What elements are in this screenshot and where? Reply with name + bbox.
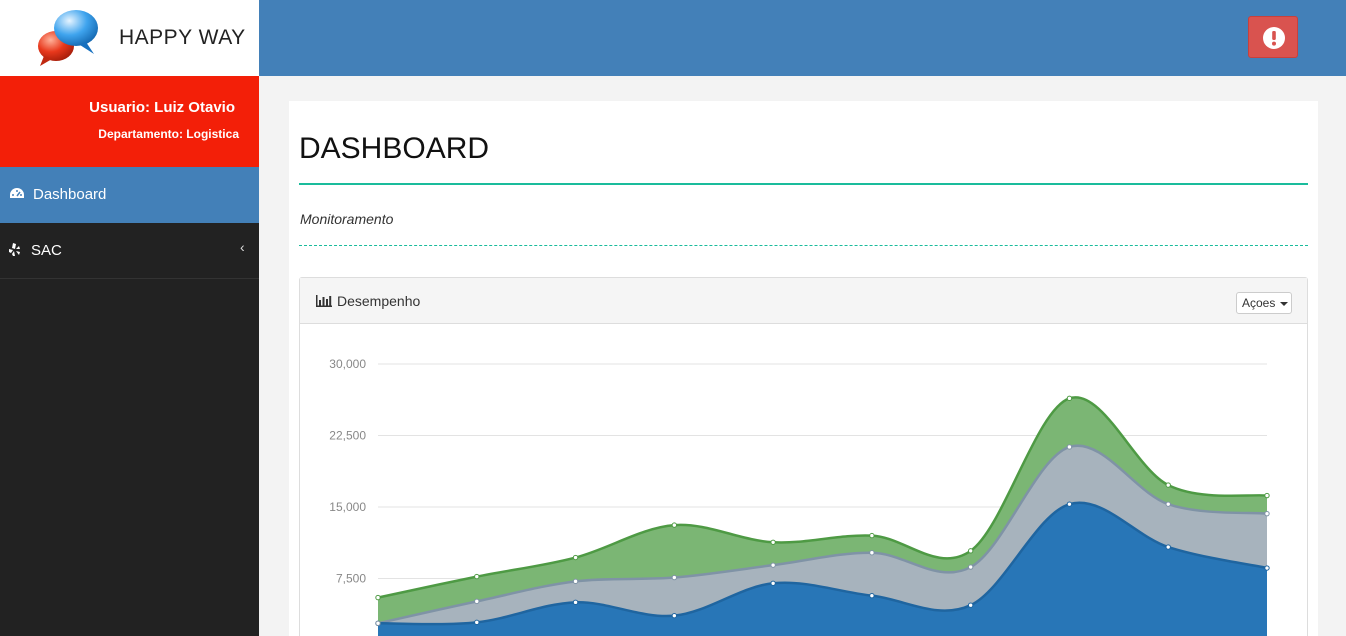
data-point[interactable] bbox=[1165, 501, 1171, 507]
data-point[interactable] bbox=[1066, 395, 1073, 402]
data-point[interactable] bbox=[770, 539, 776, 545]
speech-bubbles-icon bbox=[38, 10, 98, 66]
sidebar-item-label: Dashboard bbox=[33, 186, 107, 203]
dashed-divider bbox=[299, 245, 1308, 246]
data-point[interactable] bbox=[967, 602, 974, 608]
performance-panel: Desempenho Açoes 30,000 22,500 15,000 7,500 bbox=[299, 277, 1308, 636]
data-point[interactable] bbox=[572, 578, 579, 585]
yelp-icon bbox=[9, 243, 20, 256]
data-point[interactable] bbox=[572, 599, 579, 606]
page-title: DASHBOARD bbox=[299, 132, 490, 165]
sidebar-item-sac[interactable]: SAC ‹ bbox=[0, 223, 259, 279]
data-point[interactable] bbox=[671, 522, 678, 528]
data-point[interactable] bbox=[375, 620, 381, 627]
data-point[interactable] bbox=[474, 619, 480, 626]
sidebar-item-label: SAC bbox=[31, 242, 62, 259]
data-point[interactable] bbox=[770, 580, 776, 586]
alert-button[interactable] bbox=[1248, 16, 1298, 58]
y-tick-label: 30,000 bbox=[329, 357, 366, 371]
data-point[interactable] bbox=[1066, 501, 1073, 507]
data-point[interactable] bbox=[1165, 482, 1171, 488]
title-divider bbox=[299, 183, 1308, 185]
sidebar-item-dashboard[interactable]: Dashboard bbox=[0, 167, 259, 223]
exclamation-circle-icon bbox=[1263, 27, 1285, 49]
data-point[interactable] bbox=[572, 554, 579, 561]
data-point[interactable] bbox=[1264, 510, 1270, 517]
data-point[interactable] bbox=[375, 594, 381, 601]
y-tick-label: 15,000 bbox=[329, 500, 366, 514]
brand-name: HAPPY WAY bbox=[119, 26, 246, 49]
data-point[interactable] bbox=[1264, 565, 1270, 571]
user-info: Usuario: Luiz Otavio Departamento: Logis… bbox=[0, 76, 259, 167]
data-point[interactable] bbox=[967, 548, 974, 554]
data-point[interactable] bbox=[1264, 492, 1270, 499]
brand-logo[interactable]: HAPPY WAY bbox=[0, 0, 259, 76]
data-point[interactable] bbox=[967, 564, 974, 570]
top-navbar bbox=[259, 0, 1346, 76]
main-content: DASHBOARD Monitoramento Desempenho Açoes… bbox=[289, 101, 1318, 636]
data-point[interactable] bbox=[1165, 544, 1171, 550]
data-point[interactable] bbox=[869, 592, 875, 599]
data-point[interactable] bbox=[474, 598, 480, 605]
data-point[interactable] bbox=[671, 612, 678, 619]
chevron-left-icon[interactable]: ‹ bbox=[240, 239, 245, 255]
page-subtitle: Monitoramento bbox=[300, 211, 394, 227]
data-point[interactable] bbox=[1066, 444, 1073, 450]
data-point[interactable] bbox=[770, 562, 776, 568]
performance-chart: 30,000 22,500 15,000 7,500 bbox=[329, 357, 1270, 636]
data-point[interactable] bbox=[869, 532, 875, 539]
data-point[interactable] bbox=[869, 550, 875, 556]
y-tick-label: 7,500 bbox=[336, 572, 366, 586]
user-name: Usuario: Luiz Otavio bbox=[89, 99, 235, 116]
dashboard-icon bbox=[10, 188, 24, 198]
sidebar: Usuario: Luiz Otavio Departamento: Logis… bbox=[0, 76, 259, 636]
data-point[interactable] bbox=[474, 573, 480, 580]
user-department: Departamento: Logistica bbox=[98, 127, 239, 141]
y-tick-label: 22,500 bbox=[329, 429, 366, 443]
data-point[interactable] bbox=[671, 574, 678, 581]
